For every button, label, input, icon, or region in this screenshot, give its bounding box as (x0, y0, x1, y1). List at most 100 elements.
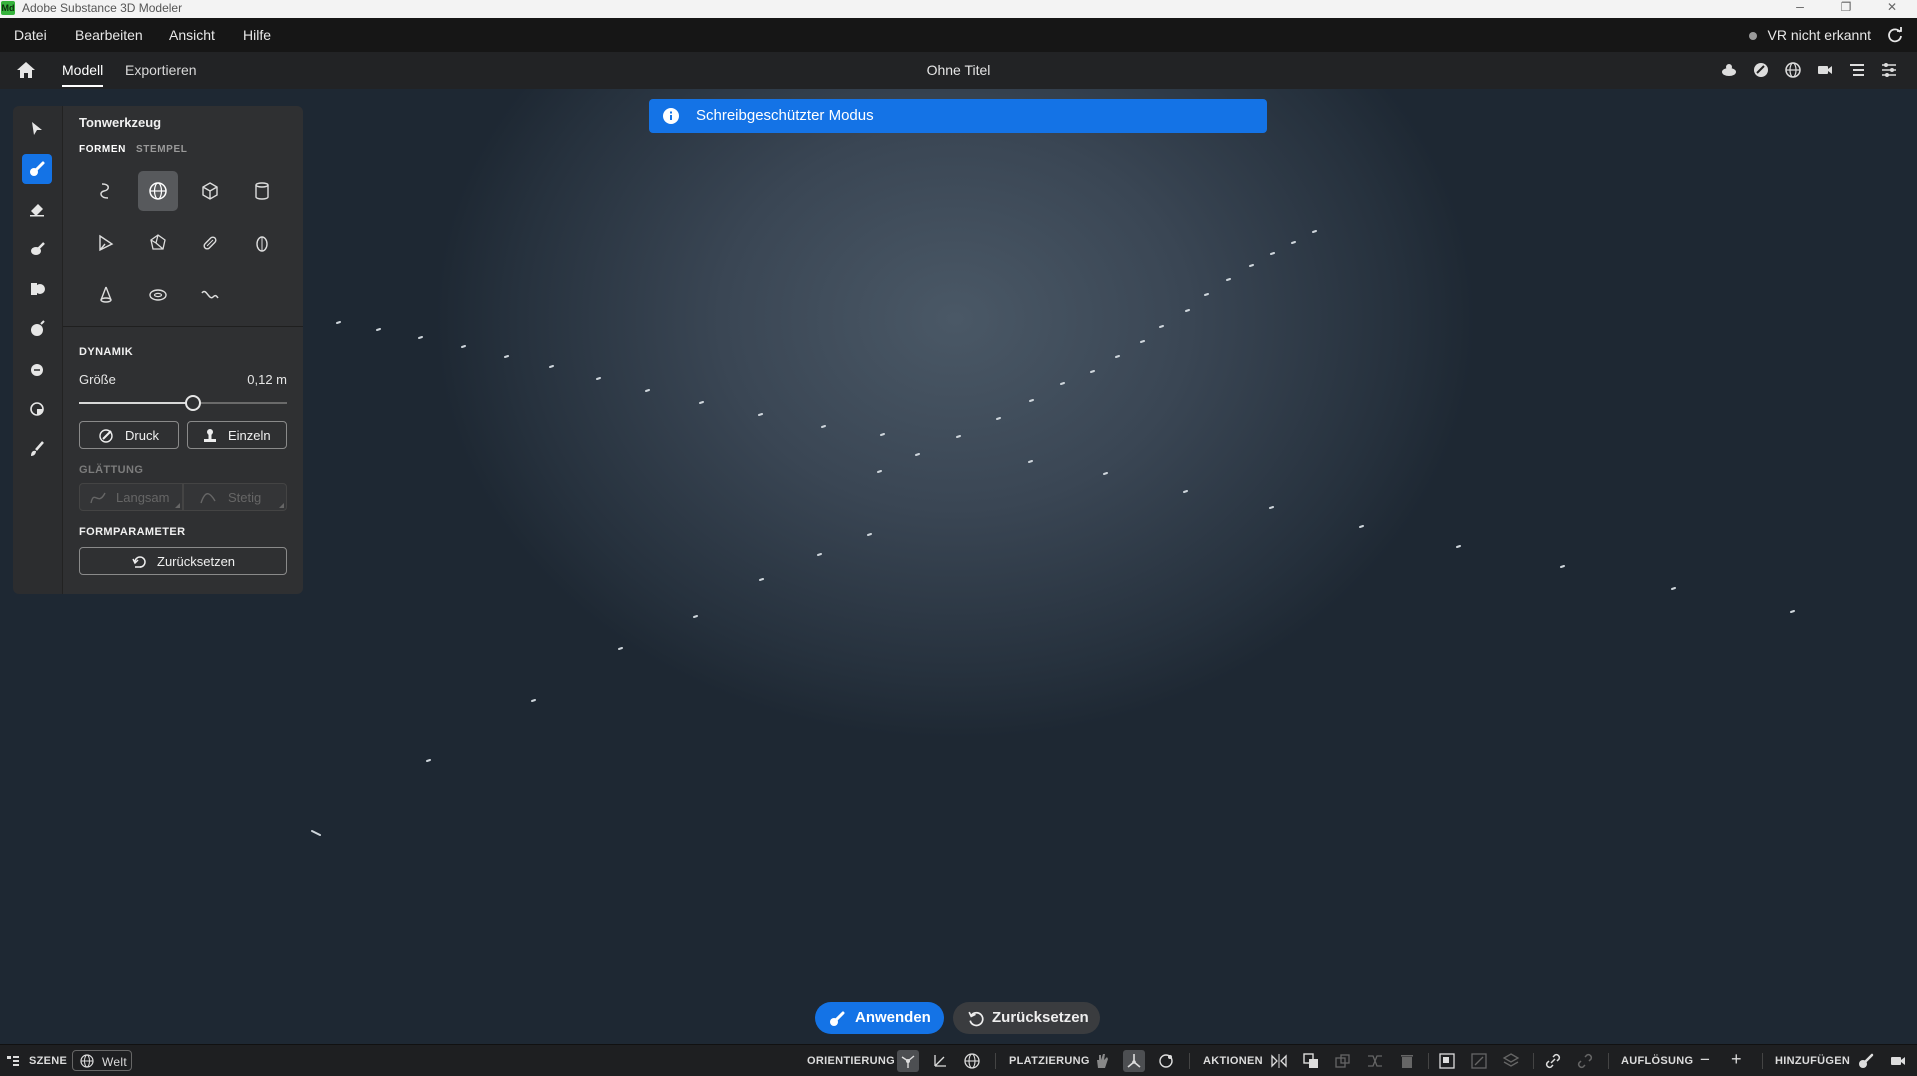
scene-mark (880, 433, 885, 436)
shape-egg[interactable] (242, 223, 282, 263)
single-label: Einzeln (228, 428, 271, 443)
smoothing-steady-button[interactable]: Stetig (183, 483, 287, 511)
group-icon[interactable] (1470, 1052, 1488, 1070)
steady-curve-icon (200, 493, 216, 504)
panel-title: Tonwerkzeug (79, 115, 162, 130)
globe-icon[interactable] (1784, 61, 1802, 79)
merge-icon[interactable] (1334, 1052, 1352, 1070)
move-tool[interactable] (22, 274, 52, 304)
scene-mark (618, 647, 623, 650)
material-icon[interactable] (1752, 61, 1770, 79)
scene-label[interactable]: SZENE (29, 1055, 67, 1067)
menu-datei[interactable]: Datei (14, 27, 47, 43)
menu-hilfe[interactable]: Hilfe (243, 27, 271, 43)
info-icon (663, 108, 679, 124)
axis-icon[interactable] (931, 1052, 949, 1070)
scene-mark (376, 328, 381, 331)
link-icon[interactable] (1544, 1052, 1562, 1070)
scene-mark (1185, 309, 1190, 312)
menu-bearbeiten[interactable]: Bearbeiten (75, 27, 143, 43)
mirror-icon[interactable] (1270, 1052, 1288, 1070)
layers-icon[interactable] (1502, 1052, 1520, 1070)
maximize-button[interactable]: ❐ (1826, 0, 1866, 14)
tab-stamps[interactable]: STEMPEL (136, 144, 187, 155)
select-tool[interactable] (22, 114, 52, 144)
capsule-shape-icon (203, 236, 217, 250)
home-icon[interactable] (16, 61, 36, 79)
scene-mark (693, 615, 698, 618)
smoothing-slow-button[interactable]: Langsam (79, 483, 183, 511)
frame-icon[interactable] (1438, 1052, 1456, 1070)
shape-cone[interactable] (86, 275, 126, 315)
paint-tool[interactable] (22, 434, 52, 464)
tab-forms[interactable]: FORMEN (79, 144, 126, 155)
crease-tool[interactable] (22, 354, 52, 384)
coordinate-space-toggle[interactable]: Welt (72, 1050, 132, 1071)
crease-icon (31, 364, 43, 376)
shape-wedge[interactable] (86, 223, 126, 263)
tab-modell[interactable]: Modell (62, 62, 104, 87)
inflate-icon (31, 320, 45, 336)
shape-capsule[interactable] (190, 223, 230, 263)
inflate-tool[interactable] (22, 314, 52, 344)
tab-exportieren[interactable]: Exportieren (125, 62, 197, 78)
reset-shape-params-button[interactable]: Zurücksetzen (79, 547, 287, 575)
size-slider-thumb[interactable] (185, 395, 202, 411)
unlink-icon[interactable] (1576, 1052, 1594, 1070)
scene-mark (1115, 355, 1120, 358)
orbit-placement-icon[interactable] (1157, 1052, 1175, 1070)
cylinder-shape-icon (255, 182, 269, 200)
scene-mark (1103, 472, 1108, 475)
scene-mark (759, 578, 764, 581)
minimize-button[interactable]: – (1780, 0, 1820, 14)
dynamics-heading: DYNAMIK (79, 346, 134, 358)
scene-mark (821, 425, 826, 428)
smooth-tool[interactable] (22, 234, 52, 264)
shape-cylinder[interactable] (242, 171, 282, 211)
close-button[interactable]: ✕ (1872, 0, 1912, 14)
erase-tool[interactable] (22, 194, 52, 224)
scene-tree-icon[interactable] (6, 1054, 20, 1068)
shape-polyhedron[interactable] (138, 223, 178, 263)
orientation-gizmo-icon[interactable] (897, 1050, 919, 1072)
reset-button[interactable]: Zurücksetzen (953, 1002, 1100, 1034)
environment-icon[interactable] (1720, 61, 1738, 79)
shape-wave[interactable] (190, 275, 230, 315)
world-label: Welt (102, 1055, 127, 1069)
separator (1533, 1053, 1534, 1069)
duplicate-icon[interactable] (1302, 1052, 1320, 1070)
surface-placement-icon[interactable] (1123, 1050, 1145, 1072)
paintbrush-icon (31, 441, 44, 456)
shape-squiggle[interactable] (86, 171, 126, 211)
shape-cube[interactable] (190, 171, 230, 211)
world-orientation-icon[interactable] (963, 1052, 981, 1070)
add-clay-icon[interactable] (1857, 1052, 1875, 1070)
scene-mark (596, 377, 601, 380)
torus-shape-icon (149, 289, 167, 301)
clay-tool[interactable] (22, 154, 52, 184)
size-value[interactable]: 0,12 m (247, 372, 287, 387)
shape-torus[interactable] (138, 275, 178, 315)
shape-sphere[interactable] (138, 171, 178, 211)
outliner-icon[interactable] (1848, 61, 1866, 79)
delete-icon[interactable] (1398, 1052, 1416, 1070)
split-icon[interactable] (1366, 1052, 1384, 1070)
scene-mark (1204, 293, 1209, 296)
scene-mark (1159, 325, 1164, 328)
refresh-icon[interactable] (1886, 26, 1904, 44)
scene-mark (758, 413, 763, 416)
pressure-button[interactable]: Druck (79, 421, 179, 449)
flatten-tool[interactable] (22, 394, 52, 424)
hand-icon[interactable] (1093, 1052, 1111, 1070)
menu-ansicht[interactable]: Ansicht (169, 27, 215, 43)
resolution-decrease-button[interactable]: − (1700, 1050, 1710, 1070)
stamp-icon (204, 429, 216, 442)
settings-sliders-icon[interactable] (1880, 61, 1898, 79)
add-camera-icon[interactable] (1889, 1052, 1907, 1070)
apply-button[interactable]: Anwenden (815, 1002, 944, 1034)
resolution-increase-button[interactable]: + (1731, 1049, 1742, 1070)
scene-mark (1090, 370, 1095, 373)
single-button[interactable]: Einzeln (187, 421, 287, 449)
add-label: HINZUFÜGEN (1775, 1055, 1851, 1067)
camera-icon[interactable] (1816, 61, 1834, 79)
